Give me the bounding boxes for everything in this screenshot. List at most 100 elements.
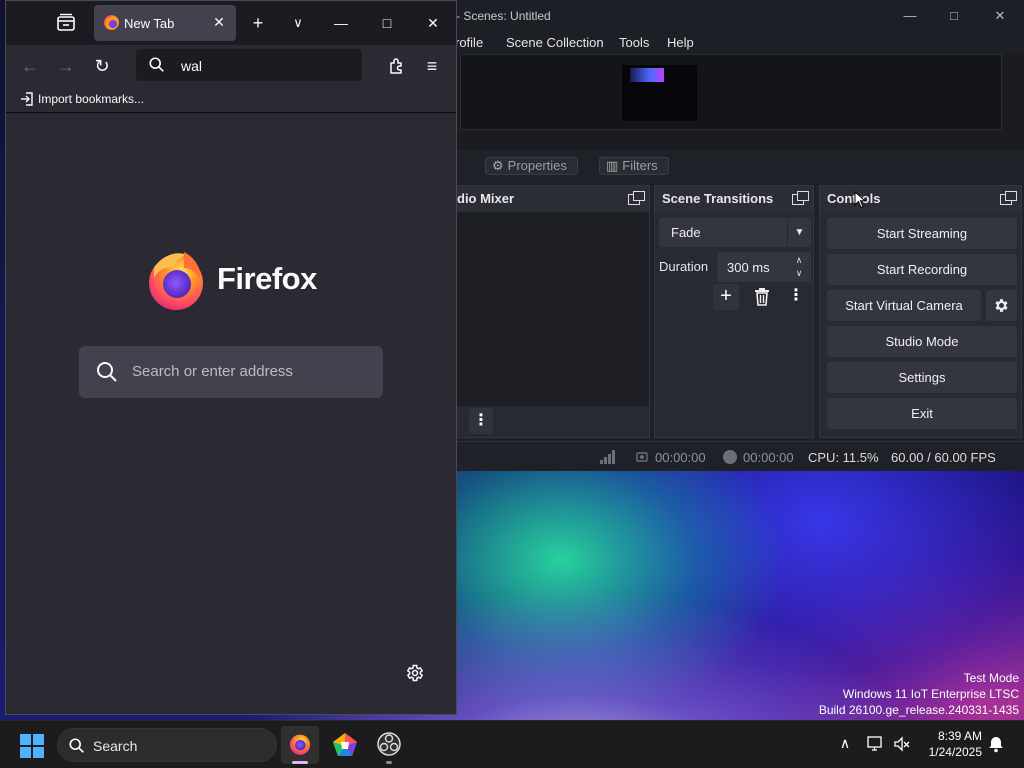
chevron-down-icon[interactable]: ∨ bbox=[286, 11, 310, 35]
start-streaming-button[interactable]: Start Streaming bbox=[827, 218, 1017, 249]
audio-mixer-dock: dio Mixer ⋮ bbox=[440, 185, 650, 438]
audio-mixer-list bbox=[441, 212, 649, 406]
app-pentagon-icon bbox=[333, 733, 357, 756]
audio-mixer-title: dio Mixer bbox=[457, 191, 515, 206]
preview-area bbox=[440, 54, 1024, 150]
menu-tools[interactable]: Tools bbox=[619, 35, 649, 50]
speaker-muted-icon[interactable] bbox=[893, 735, 911, 753]
duration-label: Duration bbox=[659, 259, 709, 274]
dock-header: dio Mixer bbox=[441, 186, 649, 212]
settings-button[interactable]: Settings bbox=[827, 362, 1017, 393]
gear-icon[interactable] bbox=[405, 663, 425, 683]
exit-button[interactable]: Exit bbox=[827, 398, 1017, 429]
duration-spinbox[interactable]: 300 ms ∧ ∨ bbox=[717, 252, 811, 282]
transition-select[interactable]: Fade ▼ bbox=[659, 218, 811, 247]
filter-icon: ▥ bbox=[606, 158, 619, 173]
windows-start-icon[interactable] bbox=[20, 734, 44, 758]
obs-window: - Scenes: Untitled — □ ✕ rofile Scene Co… bbox=[440, 0, 1024, 471]
scene-transitions-title: Scene Transitions bbox=[662, 191, 774, 206]
filters-button[interactable]: ▥ Filters bbox=[599, 157, 669, 175]
search-icon bbox=[149, 57, 164, 72]
taskbar-app-pentagon[interactable] bbox=[326, 726, 364, 764]
chevron-down-icon[interactable]: ∨ bbox=[791, 267, 807, 280]
properties-label: Properties bbox=[507, 158, 567, 173]
taskbar-clock[interactable]: 8:39 AM 1/24/2025 bbox=[924, 728, 982, 760]
tab-new-tab[interactable]: New Tab ✕ bbox=[94, 5, 236, 41]
tab-title: New Tab bbox=[124, 16, 175, 31]
new-tab-page: Firefox Search or enter address bbox=[6, 113, 456, 714]
network-signal-icon bbox=[600, 450, 616, 464]
notification-bell-icon[interactable] bbox=[987, 735, 1005, 753]
firefox-favicon-icon bbox=[104, 15, 119, 30]
clock-date: 1/24/2025 bbox=[928, 745, 982, 759]
network-icon[interactable] bbox=[867, 735, 885, 753]
firefox-navbar: ← → ↻ wal ≡ bbox=[6, 45, 456, 85]
source-toolbar: ⚙ Properties ▥ Filters bbox=[440, 150, 1024, 180]
back-icon[interactable]: ← bbox=[17, 53, 43, 79]
taskbar-obs[interactable] bbox=[370, 726, 408, 764]
trash-icon[interactable] bbox=[749, 284, 775, 310]
bookmarks-toolbar: Import bookmarks... bbox=[6, 85, 456, 113]
start-virtual-camera-button[interactable]: Start Virtual Camera bbox=[827, 290, 981, 321]
menu-profile[interactable]: rofile bbox=[455, 35, 483, 50]
new-tab-icon[interactable]: + bbox=[246, 11, 270, 35]
firefox-logo-icon bbox=[149, 252, 203, 310]
start-recording-button[interactable]: Start Recording bbox=[827, 254, 1017, 285]
minimize-icon[interactable]: — bbox=[326, 11, 356, 35]
taskbar: Search ∧ 8:39 AM 1/24/2025 bbox=[0, 720, 1024, 768]
reload-icon[interactable]: ↻ bbox=[89, 53, 115, 79]
clock-time: 8:39 AM bbox=[937, 729, 982, 743]
firefox-tabbar: New Tab ✕ + ∨ — □ ✕ bbox=[6, 1, 456, 45]
extensions-icon[interactable] bbox=[387, 56, 407, 76]
menu-help[interactable]: Help bbox=[667, 35, 694, 50]
preview-canvas[interactable] bbox=[460, 54, 1002, 130]
transition-more-icon[interactable]: ⋮ bbox=[783, 284, 809, 310]
menu-scene-collection[interactable]: Scene Collection bbox=[506, 35, 604, 50]
url-input-text[interactable]: wal bbox=[181, 58, 202, 74]
preview-image bbox=[622, 65, 697, 121]
dock-header: Controls bbox=[820, 186, 1021, 212]
hamburger-menu-icon[interactable]: ≡ bbox=[419, 53, 445, 79]
undock-icon[interactable] bbox=[1000, 191, 1017, 205]
dock-header: Scene Transitions bbox=[655, 186, 813, 212]
virtual-camera-gear-icon[interactable] bbox=[986, 290, 1017, 321]
maximize-icon[interactable]: □ bbox=[937, 5, 971, 27]
active-app-indicator bbox=[292, 761, 308, 764]
watermark-line-1: Test Mode bbox=[963, 671, 1019, 685]
forward-icon[interactable]: → bbox=[53, 53, 79, 79]
running-app-indicator bbox=[386, 761, 392, 764]
studio-mode-button[interactable]: Studio Mode bbox=[827, 326, 1017, 357]
maximize-icon[interactable]: □ bbox=[372, 11, 402, 35]
obs-window-title: - Scenes: Untitled bbox=[456, 9, 551, 23]
test-mode-watermark: Test Mode Windows 11 IoT Enterprise LTSC… bbox=[819, 670, 1019, 718]
taskbar-search[interactable]: Search bbox=[57, 728, 277, 762]
gear-icon: ⚙ bbox=[492, 158, 504, 173]
controls-dock: Controls Start Streaming Start Recording… bbox=[819, 185, 1022, 438]
close-icon[interactable]: ✕ bbox=[418, 11, 448, 35]
obs-menubar: rofile Scene Collection Tools Help bbox=[440, 32, 1024, 54]
filters-label: Filters bbox=[622, 158, 658, 173]
minimize-icon[interactable]: — bbox=[893, 5, 927, 27]
import-bookmarks-link[interactable]: Import bookmarks... bbox=[38, 92, 144, 106]
taskbar-firefox[interactable] bbox=[281, 726, 319, 764]
close-tab-icon[interactable]: ✕ bbox=[210, 13, 228, 31]
close-icon[interactable]: ✕ bbox=[983, 5, 1017, 27]
undock-icon[interactable] bbox=[628, 191, 645, 205]
add-transition-icon[interactable]: + bbox=[713, 284, 739, 310]
search-box[interactable]: Search or enter address bbox=[79, 346, 383, 398]
import-icon bbox=[21, 92, 33, 106]
undock-icon[interactable] bbox=[792, 191, 809, 205]
list-all-tabs-icon[interactable] bbox=[54, 11, 78, 35]
obs-titlebar[interactable]: - Scenes: Untitled — □ ✕ bbox=[440, 0, 1024, 32]
search-placeholder: Search or enter address bbox=[132, 363, 293, 380]
chevron-up-icon[interactable]: ∧ bbox=[791, 254, 807, 267]
taskbar-search-label: Search bbox=[93, 738, 138, 754]
search-icon bbox=[69, 738, 84, 753]
mixer-more-icon[interactable]: ⋮ bbox=[469, 408, 493, 434]
record-timer: 00:00:00 bbox=[743, 450, 794, 465]
firefox-window: New Tab ✕ + ∨ — □ ✕ ← → ↻ wal ≡ Import b… bbox=[5, 0, 457, 715]
url-bar[interactable]: wal bbox=[136, 49, 362, 81]
chevron-down-icon[interactable]: ▼ bbox=[787, 218, 811, 247]
chevron-up-icon[interactable]: ∧ bbox=[835, 735, 855, 755]
properties-button[interactable]: ⚙ Properties bbox=[485, 157, 578, 175]
